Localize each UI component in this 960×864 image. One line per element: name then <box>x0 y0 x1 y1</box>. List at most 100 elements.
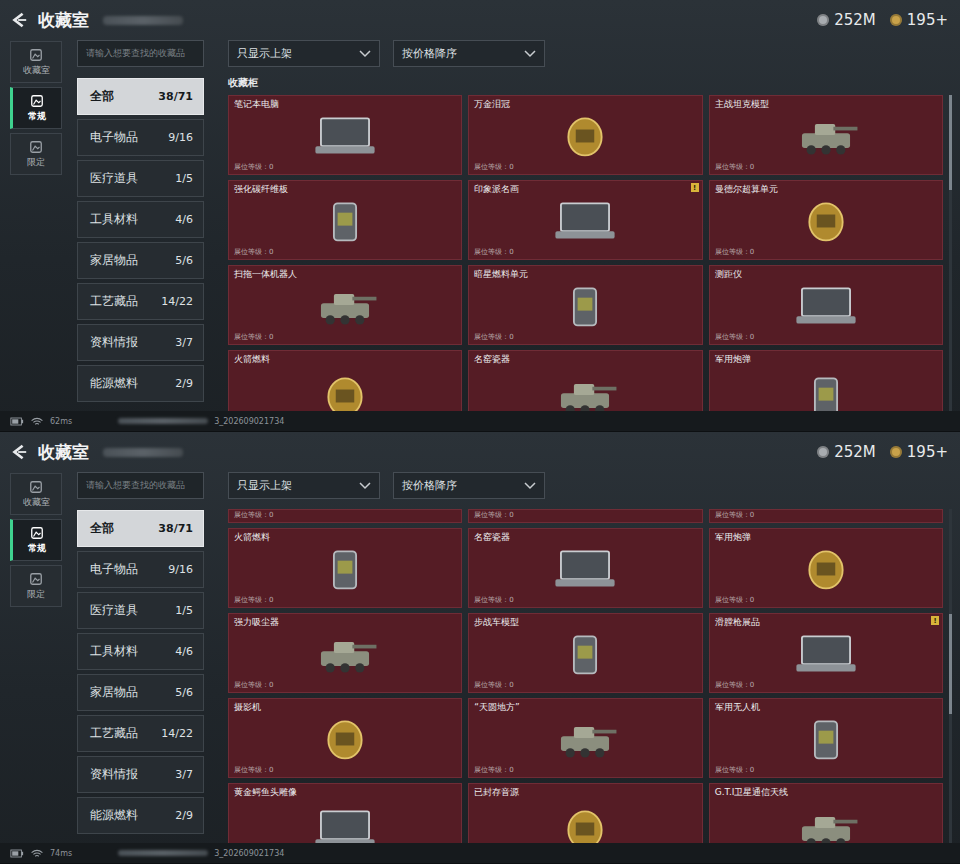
collection-card[interactable]: 展位等级：0 <box>709 509 943 523</box>
search-field[interactable]: 请输入想要查找的收藏品 <box>77 40 204 67</box>
collection-card[interactable]: 强力吸尘器展位等级：0 <box>228 613 462 693</box>
collection-card[interactable]: 暗星燃料单元展位等级：0 <box>468 265 702 345</box>
collection-card[interactable]: 军用无人机展位等级：0 <box>709 698 943 778</box>
status-bar: 74ms3_202609021734 <box>0 843 960 863</box>
item-ornament-icon <box>789 197 863 245</box>
chevron-down-icon <box>359 50 371 58</box>
item-container-icon <box>308 545 382 593</box>
item-container-icon <box>548 630 622 678</box>
collection-card[interactable]: 扫拖一体机器人展位等级：0 <box>228 265 462 345</box>
collection-card[interactable]: 黄金鳄鱼头雕像 <box>228 783 462 843</box>
side-tab[interactable]: 限定 <box>10 133 62 175</box>
page-title: 收藏室 <box>38 441 89 464</box>
back-arrow-icon[interactable] <box>10 443 28 461</box>
currency: 252M <box>817 443 876 461</box>
filter-dropdown[interactable]: 按价格降序 <box>393 40 545 67</box>
alert-badge: ! <box>691 183 699 192</box>
side-tab[interactable]: 收藏室 <box>10 473 62 515</box>
item-ornament-icon <box>548 805 622 843</box>
collection-card[interactable]: 军用炮弹展位等级：0 <box>709 528 943 608</box>
collection-card[interactable]: G.T.I卫星通信天线 <box>709 783 943 843</box>
collection-card[interactable]: 展位等级：0 <box>468 509 702 523</box>
collection-card[interactable]: 笔记本电脑展位等级：0 <box>228 95 462 175</box>
blurred-id <box>103 16 183 25</box>
currency: 195+ <box>890 11 948 29</box>
category-item[interactable]: 资料情报3/7 <box>77 324 204 361</box>
collection-card[interactable]: 火箭燃料 <box>228 350 462 411</box>
item-container-icon <box>548 282 622 330</box>
category-item[interactable]: 工艺藏品14/22 <box>77 283 204 320</box>
collection-card[interactable]: 名窑瓷器 <box>468 350 702 411</box>
header: 收藏室 252M 195+ <box>0 432 960 472</box>
coin-icon <box>817 14 829 26</box>
category-item[interactable]: 工艺藏品14/22 <box>77 715 204 752</box>
screen: 收藏室252M195+收藏室常规限定请输入想要查找的收藏品全部38/71电子物品… <box>0 0 960 864</box>
category-item[interactable]: 资料情报3/7 <box>77 756 204 793</box>
collection-card[interactable]: 滑膛枪展品!展位等级：0 <box>709 613 943 693</box>
header: 收藏室252M195+ <box>0 0 960 40</box>
collection-card[interactable]: 步战车模型展位等级：0 <box>468 613 702 693</box>
collection-card[interactable]: 曼德尔超算单元展位等级：0 <box>709 180 943 260</box>
collection-card[interactable]: 名窑瓷器展位等级：0 <box>468 528 702 608</box>
collection-card[interactable]: 主战坦克模型展位等级：0 <box>709 95 943 175</box>
item-grid: 笔记本电脑展位等级：0万金泪冠展位等级：0主战坦克模型展位等级：0 强化碳纤维板展… <box>228 95 943 411</box>
category-item[interactable]: 工具材料4/6 <box>77 201 204 238</box>
collection-card[interactable]: 已封存音源 <box>468 783 702 843</box>
status-bar: 62ms3_202609021734 <box>0 411 960 431</box>
category-item[interactable]: 电子物品9/16 <box>77 551 204 588</box>
page-title: 收藏室 <box>38 9 89 32</box>
battery-icon <box>10 417 24 426</box>
category-item[interactable]: 医疗道具1/5 <box>77 592 204 629</box>
scrollbar[interactable] <box>949 509 952 843</box>
tab-icon <box>29 572 43 586</box>
currency: 195+ <box>890 443 948 461</box>
category-item[interactable]: 电子物品9/16 <box>77 119 204 156</box>
category-item[interactable]: 全部38/71 <box>77 78 204 115</box>
side-tab[interactable]: 限定 <box>10 565 62 607</box>
item-vehicle-icon <box>789 112 863 160</box>
filter-dropdown[interactable]: 只显示上架 <box>228 472 380 499</box>
coin-icon <box>890 446 902 458</box>
collection-card[interactable]: 展位等级：0 <box>228 509 462 523</box>
filter-dropdown[interactable]: 只显示上架 <box>228 40 380 67</box>
collection-card[interactable]: “天圆地方”展位等级：0 <box>468 698 702 778</box>
collection-card[interactable]: 印象派名画!展位等级：0 <box>468 180 702 260</box>
search-field[interactable]: 请输入想要查找的收藏品 <box>77 472 204 499</box>
filter-dropdown[interactable]: 按价格降序 <box>393 472 545 499</box>
collection-card[interactable]: 强化碳纤维板展位等级：0 <box>228 180 462 260</box>
category-item[interactable]: 能源燃料2/9 <box>77 365 204 402</box>
collection-card[interactable]: 摄影机展位等级：0 <box>228 698 462 778</box>
item-vehicle-icon <box>548 715 622 763</box>
category-item[interactable]: 家居物品5/6 <box>77 674 204 711</box>
collection-card[interactable]: 军用炮弹 <box>709 350 943 411</box>
coin-icon <box>817 446 829 458</box>
collection-card[interactable]: 万金泪冠展位等级：0 <box>468 95 702 175</box>
category-item[interactable]: 能源燃料2/9 <box>77 797 204 834</box>
collection-card[interactable]: 测距仪展位等级：0 <box>709 265 943 345</box>
chevron-down-icon <box>524 482 536 490</box>
category-item[interactable]: 全部38/71 <box>77 510 204 547</box>
item-device-icon <box>308 112 382 160</box>
blurred-text <box>118 418 208 424</box>
side-tab[interactable]: 常规 <box>10 87 62 129</box>
side-tab[interactable]: 收藏室 <box>10 41 62 83</box>
tab-icon <box>30 94 44 108</box>
alert-badge: ! <box>931 616 939 625</box>
scrollbar[interactable] <box>949 95 952 411</box>
item-vehicle-icon <box>548 372 622 411</box>
category-item[interactable]: 医疗道具1/5 <box>77 160 204 197</box>
side-tab[interactable]: 常规 <box>10 519 62 561</box>
category-item[interactable]: 工具材料4/6 <box>77 633 204 670</box>
back-arrow-icon[interactable] <box>10 11 28 29</box>
collection-card[interactable]: 火箭燃料展位等级：0 <box>228 528 462 608</box>
category-item[interactable]: 家居物品5/6 <box>77 242 204 279</box>
side-tabs: 收藏室常规限定 <box>10 40 62 411</box>
blurred-text <box>118 850 208 856</box>
item-container-icon <box>789 372 863 411</box>
item-ornament-icon <box>308 372 382 411</box>
wifi-icon <box>30 849 44 858</box>
item-device-icon <box>548 197 622 245</box>
item-vehicle-icon <box>789 805 863 843</box>
item-ornament-icon <box>308 715 382 763</box>
collection-panel: 收藏室252M195+收藏室常规限定请输入想要查找的收藏品全部38/71电子物品… <box>0 432 960 864</box>
